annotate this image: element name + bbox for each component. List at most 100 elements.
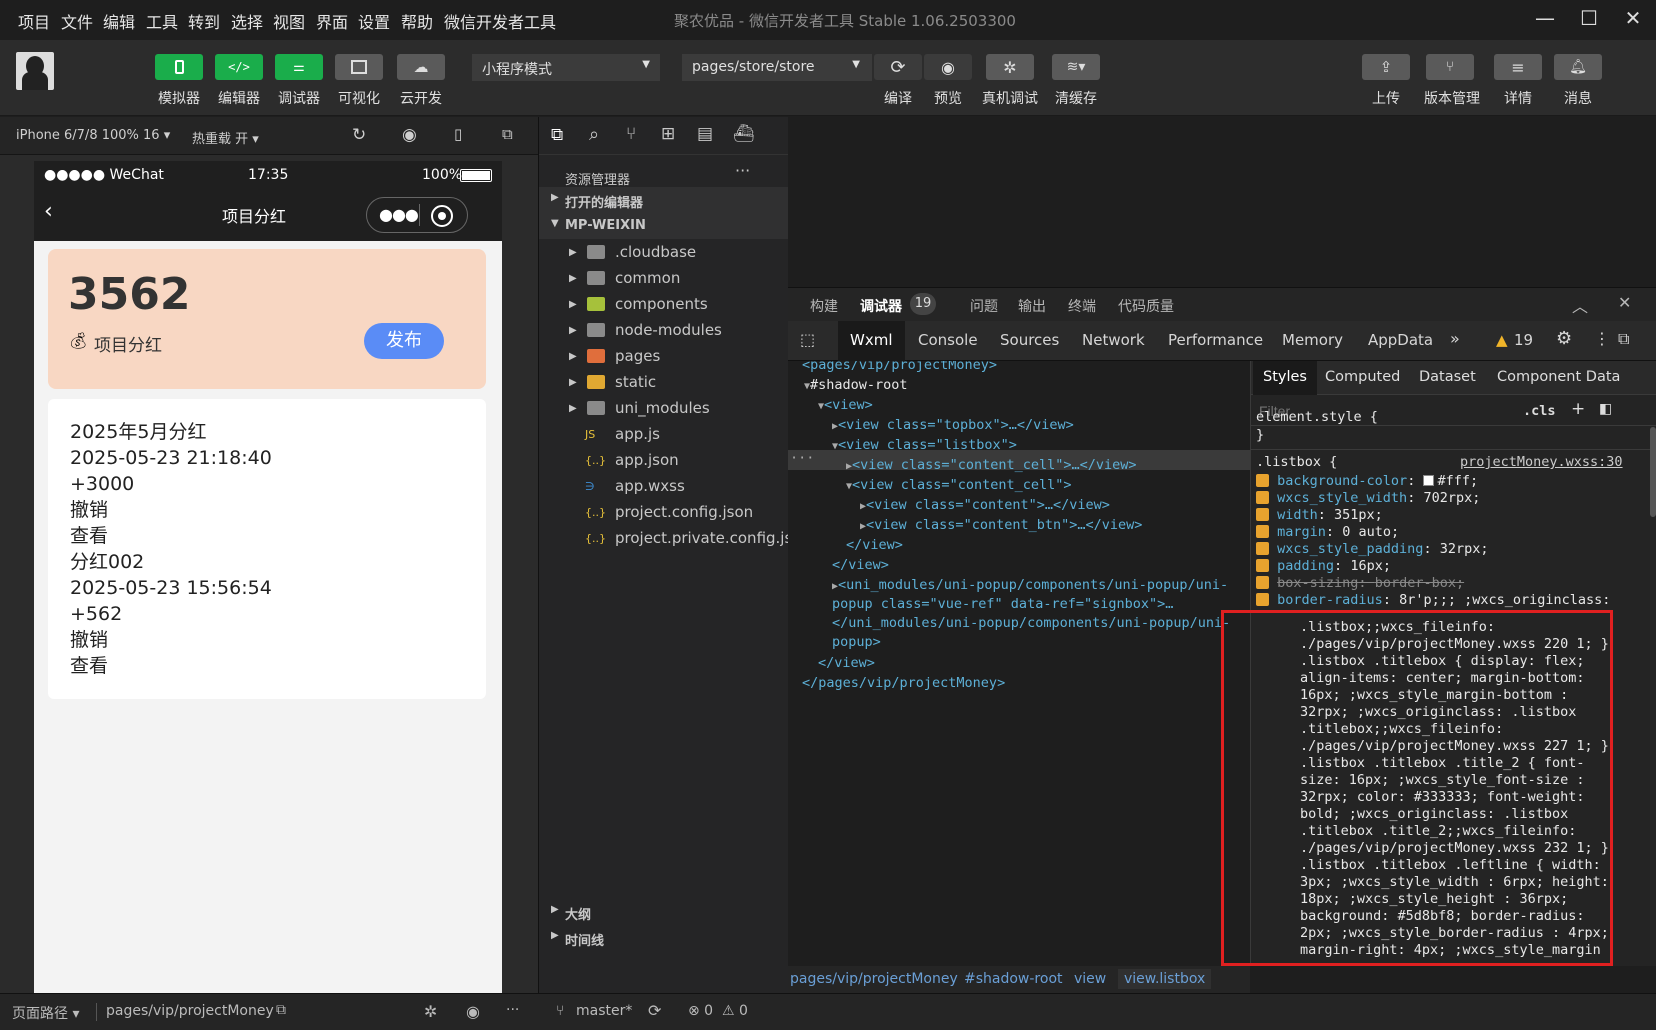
menu-interface[interactable]: 界面	[316, 9, 348, 33]
folder-item[interactable]: ▶ uni_modules	[539, 395, 789, 421]
dom-node[interactable]: ▼#shadow-root	[804, 375, 908, 395]
file-item[interactable]: {..} project.private.config.js...	[539, 525, 807, 551]
dom-node[interactable]: ▼<view>	[818, 395, 873, 415]
sync-icon[interactable]: ⟳	[648, 1001, 661, 1020]
file-item[interactable]: JS app.js	[539, 421, 789, 447]
more-icon[interactable]: ···	[506, 1002, 519, 1018]
dom-node[interactable]: ▶<view class="topbox">…</view>	[832, 415, 1074, 435]
checkbox-icon[interactable]	[1256, 542, 1269, 555]
tab-sources[interactable]: Sources	[1000, 331, 1059, 349]
menu-file[interactable]: 文件	[61, 9, 93, 33]
remote-debug-button[interactable]: ✲	[986, 54, 1034, 80]
more-icon[interactable]: ●●●	[379, 205, 419, 224]
tab-problems[interactable]: 问题	[970, 296, 998, 316]
more-tabs-icon[interactable]: »	[1450, 329, 1460, 348]
breadcrumb-item-active[interactable]: view.listbox	[1118, 969, 1212, 989]
device-select[interactable]: iPhone 6/7/8 100% 16 ▾	[16, 128, 170, 143]
menu-tools[interactable]: 工具	[146, 9, 178, 33]
tab-debugger[interactable]: 调试器	[860, 296, 902, 316]
inspect-icon[interactable]: ⬚	[800, 330, 815, 349]
error-count[interactable]: ⊗ 0	[688, 1003, 713, 1019]
style-declaration[interactable]: margin: 0 auto;	[1256, 524, 1399, 541]
dom-node[interactable]: ▼<view class="content_cell">	[846, 475, 1071, 495]
extensions-icon[interactable]: ⊞	[661, 124, 675, 144]
tab-memory[interactable]: Memory	[1282, 331, 1343, 349]
messages-button[interactable]: 🔔︎	[1554, 54, 1602, 80]
files-icon[interactable]: ⧉	[551, 125, 563, 145]
back-icon[interactable]: ‹	[44, 199, 53, 224]
tab-performance[interactable]: Performance	[1168, 331, 1263, 349]
minimize-icon[interactable]: —	[1530, 6, 1560, 34]
tab-wxml[interactable]: Wxml	[838, 321, 905, 361]
checkbox-icon[interactable]	[1256, 474, 1269, 487]
folder-item[interactable]: ▶ node-modules	[539, 317, 789, 343]
kebab-icon[interactable]: ⋮	[1594, 329, 1610, 348]
visual-button[interactable]	[335, 54, 383, 80]
page-select[interactable]: pages/store/store ▼	[682, 54, 872, 81]
more-icon[interactable]: ···	[735, 161, 750, 180]
maximize-icon[interactable]: ☐	[1574, 6, 1604, 34]
debugger-button[interactable]: ⚌	[275, 54, 323, 80]
dom-node[interactable]: popup>	[832, 632, 881, 652]
dock-icon[interactable]: ⧉	[1618, 329, 1629, 349]
tab-console[interactable]: Console	[918, 331, 978, 349]
view-button[interactable]: 查看	[48, 523, 486, 549]
menu-settings[interactable]: 设置	[358, 9, 390, 33]
details-button[interactable]: ≡	[1494, 54, 1542, 80]
style-declaration[interactable]: border-radius: 8r'p;;; ;wxcs_originclass…	[1256, 592, 1610, 609]
dom-node[interactable]: </view>	[846, 535, 903, 555]
style-declaration[interactable]: wxcs_style_width: 702rpx;	[1256, 490, 1480, 507]
page-path-toggle[interactable]: 页面路径 ▾	[12, 1003, 79, 1023]
hot-reload-toggle[interactable]: 热重载 开 ▾	[192, 128, 259, 147]
row-options-icon[interactable]: ···	[790, 450, 814, 466]
revoke-button[interactable]: 撤销	[48, 497, 486, 523]
tab-network[interactable]: Network	[1082, 331, 1145, 349]
avatar[interactable]	[16, 52, 54, 90]
checkbox-icon[interactable]	[1256, 593, 1269, 606]
close-icon[interactable]: ✕	[1618, 293, 1631, 312]
clear-cache-button[interactable]: ≋▾	[1052, 54, 1100, 80]
tab-terminal[interactable]: 终端	[1068, 296, 1096, 316]
detach-window-icon[interactable]: ⧉	[502, 125, 513, 143]
dom-node[interactable]: ▶<view class="content">…</view>	[860, 495, 1110, 515]
source-control-icon[interactable]: ⑂	[626, 124, 636, 144]
breadcrumb-item[interactable]: pages/vip/projectMoney	[790, 971, 958, 987]
search-icon[interactable]: ⌕	[589, 124, 599, 145]
menu-view[interactable]: 视图	[273, 9, 305, 33]
view-button[interactable]: 查看	[48, 653, 486, 679]
bug-icon[interactable]: ✲	[424, 1002, 437, 1021]
file-item[interactable]: ∋ app.wxss	[539, 473, 789, 499]
dom-node[interactable]: ▶<view class="content_cell">…</view>	[846, 455, 1137, 475]
simulator-button[interactable]	[155, 54, 203, 80]
tab-build[interactable]: 构建	[810, 296, 838, 316]
root-folder[interactable]: ▼ MP-WEIXIN	[539, 213, 789, 239]
menu-select[interactable]: 选择	[231, 9, 263, 33]
publish-button[interactable]: 发布	[364, 323, 444, 359]
outline-section[interactable]: ▶ 大纲	[539, 899, 789, 925]
menu-edit[interactable]: 编辑	[103, 9, 135, 33]
dom-node[interactable]: </uni_modules/uni-popup/components/uni-p…	[832, 613, 1230, 633]
dom-node[interactable]: popup class="vue-ref" data-ref="signbox"…	[832, 594, 1173, 614]
dom-node[interactable]: ▶<uni_modules/uni-popup/components/uni-p…	[832, 575, 1228, 595]
menu-project[interactable]: 项目	[18, 9, 50, 33]
mode-select[interactable]: 小程序模式 ▼	[472, 54, 660, 81]
preview-button[interactable]: ◉	[924, 54, 972, 80]
warning-count[interactable]: ⚠ 0	[722, 1003, 748, 1019]
file-item[interactable]: {..} app.json	[539, 447, 789, 473]
folder-item[interactable]: ▶ pages	[539, 343, 789, 369]
folder-item[interactable]: ▶ common	[539, 265, 789, 291]
git-branch[interactable]: master*	[576, 1003, 632, 1019]
gear-icon[interactable]: ⚙	[1556, 328, 1572, 349]
folder-item[interactable]: ▶ static	[539, 369, 789, 395]
editor-button[interactable]: </>	[215, 54, 263, 80]
checkbox-icon[interactable]	[1256, 508, 1269, 521]
version-button[interactable]: ⑂	[1426, 54, 1474, 80]
checkbox-icon[interactable]	[1256, 525, 1269, 538]
tab-output[interactable]: 输出	[1018, 296, 1046, 316]
close-icon[interactable]: ✕	[1618, 6, 1648, 34]
breadcrumb-item[interactable]: #shadow-root	[964, 971, 1063, 987]
style-declaration[interactable]: padding: 16px;	[1256, 558, 1391, 575]
warning-icon[interactable]: ▲	[1496, 331, 1508, 349]
menu-help[interactable]: 帮助	[401, 9, 433, 33]
dom-node[interactable]: <pages/vip/projectMoney>	[802, 361, 997, 375]
